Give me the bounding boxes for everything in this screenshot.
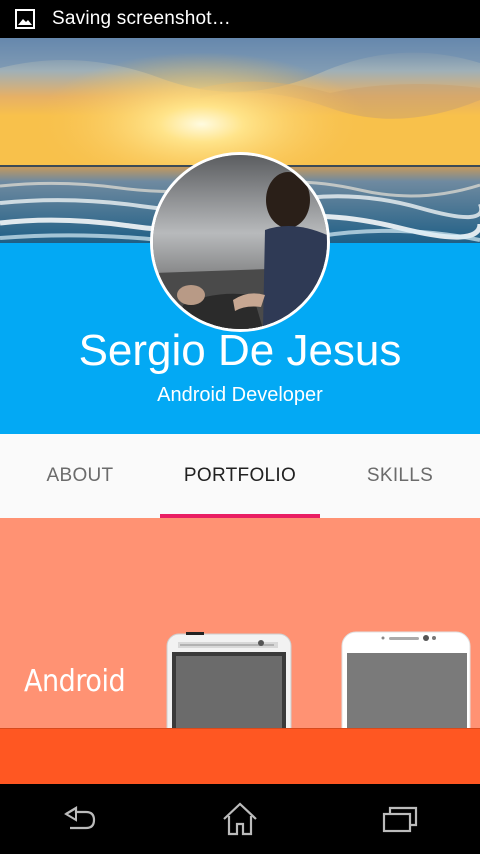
portfolio-section-label: Android (24, 664, 126, 699)
tab-about[interactable]: ABOUT (0, 434, 160, 518)
tab-portfolio[interactable]: PORTFOLIO (160, 434, 320, 518)
image-icon (14, 8, 36, 30)
home-icon[interactable] (200, 789, 280, 849)
profile-role: Android Developer (157, 384, 323, 406)
navigation-bar (0, 784, 480, 854)
portfolio-panel: Android (0, 518, 480, 730)
status-text: Saving screenshot… (52, 8, 231, 29)
recents-icon[interactable] (360, 789, 440, 849)
back-icon[interactable] (40, 789, 120, 849)
phone-mockup-htc[interactable] (166, 632, 292, 730)
portfolio-footer-bar (0, 728, 480, 784)
tab-bar: ABOUT PORTFOLIO SKILLS (0, 434, 480, 518)
profile-name: Sergio De Jesus (78, 326, 402, 375)
phone-mockup-galaxy[interactable] (341, 631, 471, 730)
avatar[interactable] (150, 152, 330, 332)
status-bar: Saving screenshot… (0, 0, 480, 38)
tab-skills[interactable]: SKILLS (320, 434, 480, 518)
